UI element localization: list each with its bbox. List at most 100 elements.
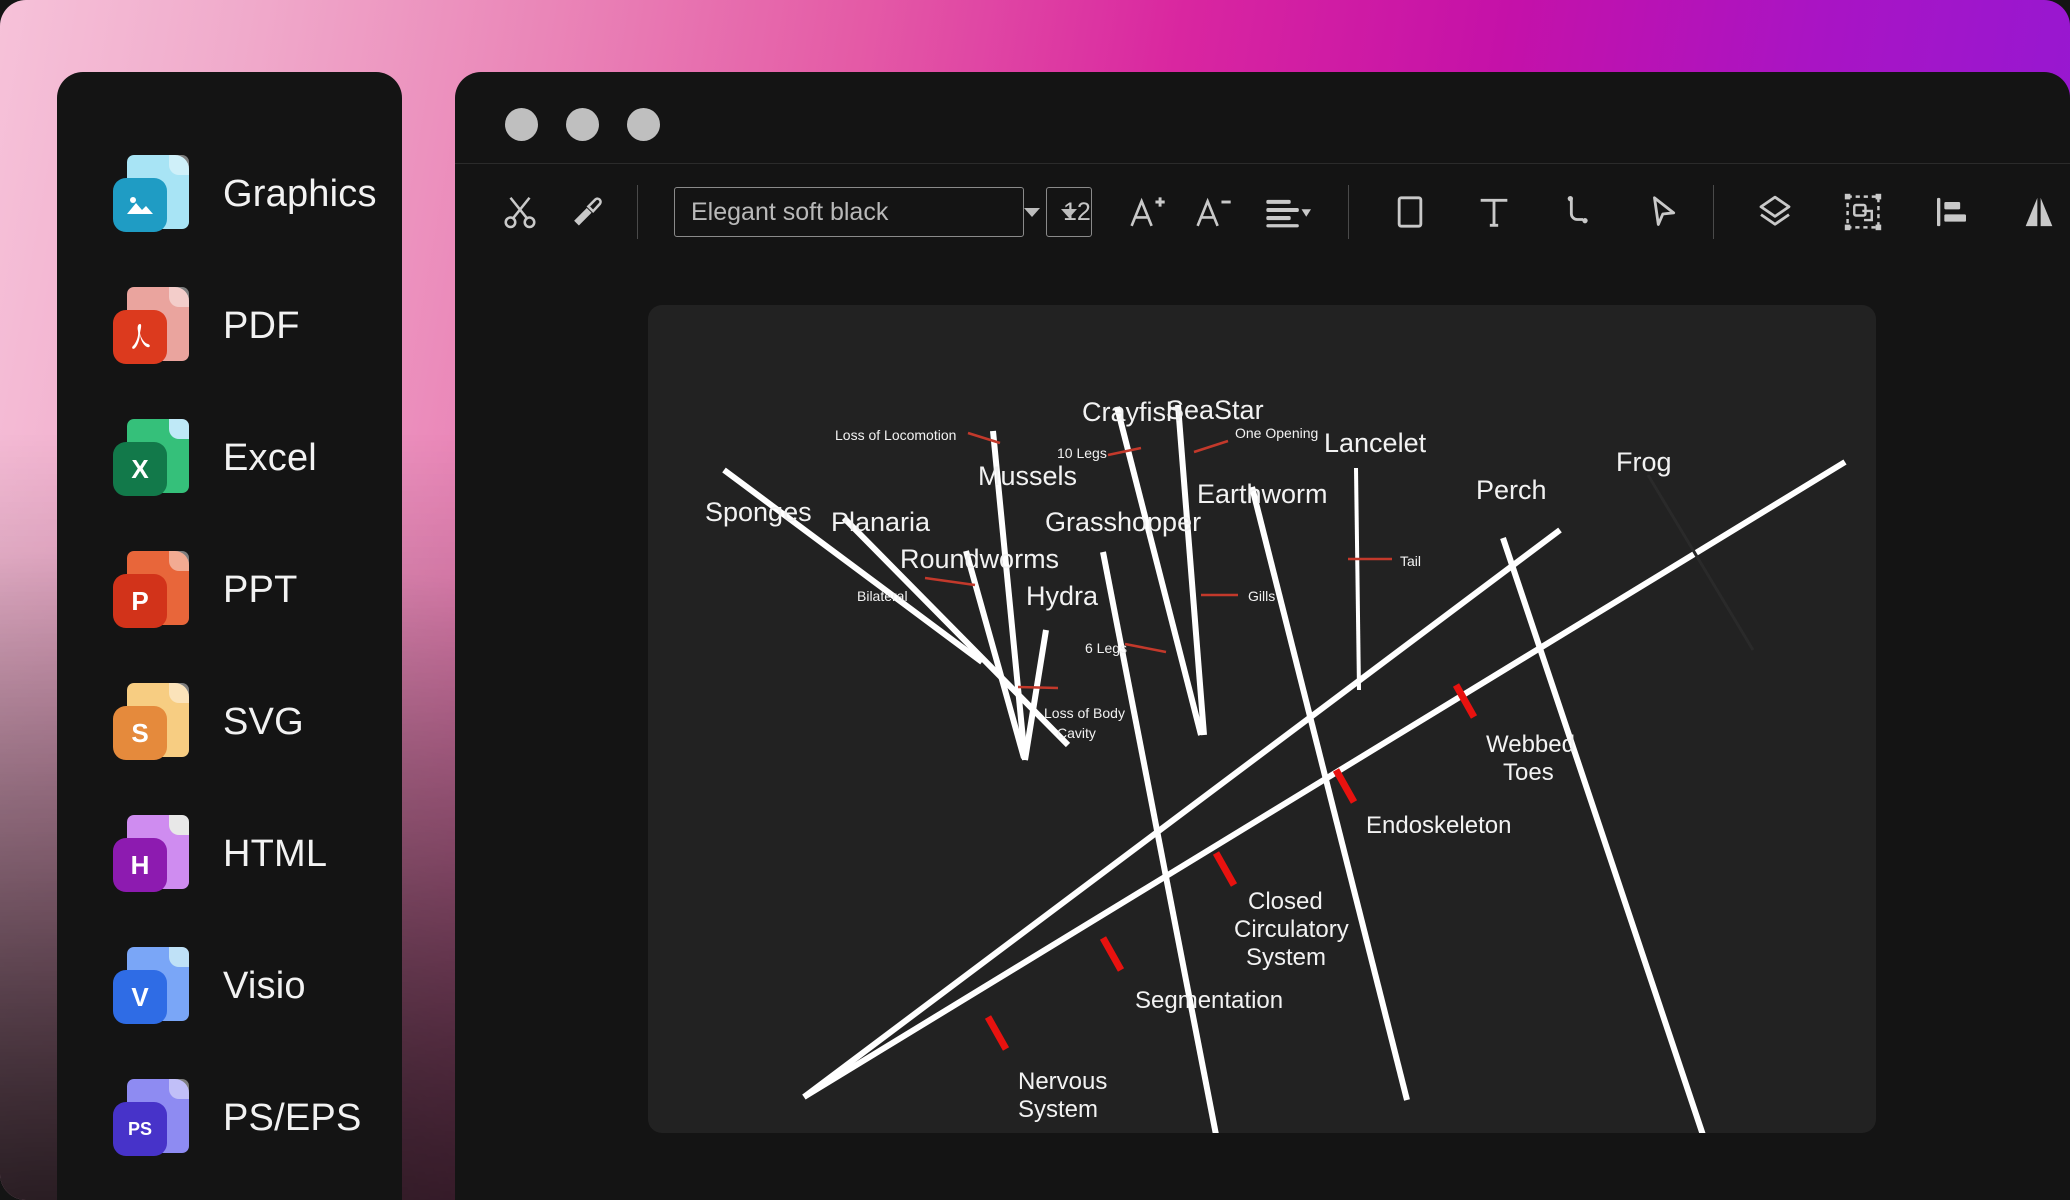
- font-dropdown-icon[interactable]: [1024, 187, 1040, 237]
- label-nervous-system-1: Nervous: [1018, 1068, 1107, 1095]
- svg-file-icon: S: [113, 683, 189, 761]
- label-closed-2: Circulatory: [1234, 916, 1349, 943]
- label-10-legs: 10 Legs: [1057, 445, 1107, 461]
- label-nervous-system-2: System: [1018, 1096, 1098, 1123]
- branch-lancelet: [1354, 467, 1361, 691]
- shape-rectangle-icon[interactable]: [1377, 179, 1443, 245]
- visio-badge-letter: V: [113, 970, 167, 1024]
- label-loss-of-locomotion: Loss of Locomotion: [835, 427, 956, 443]
- ppt-badge-letter: P: [113, 574, 167, 628]
- layers-icon[interactable]: [1742, 179, 1808, 245]
- tick-loss-of-body-cavity: [1017, 685, 1059, 690]
- sidebar-item-label: HTML: [223, 832, 328, 875]
- excel-file-icon: X: [113, 419, 189, 497]
- branch-hydra: [1022, 629, 1049, 761]
- visio-file-icon: V: [113, 947, 189, 1025]
- label-loss-of-body-cavity-2: Cavity: [1057, 725, 1096, 741]
- tick-10-legs: [1107, 446, 1142, 457]
- format-painter-icon[interactable]: [553, 179, 619, 245]
- tick-endoskeleton: [1332, 768, 1358, 804]
- label-webbed-1: Webbed: [1486, 731, 1575, 758]
- sidebar-item-label: Visio: [223, 964, 306, 1007]
- decrease-font-size-icon[interactable]: [1180, 179, 1246, 245]
- minimize-button[interactable]: [566, 108, 599, 141]
- cut-icon[interactable]: [487, 179, 553, 245]
- toolbar-divider-2: [1347, 185, 1349, 239]
- connector-line-icon[interactable]: [1545, 179, 1611, 245]
- maximize-button[interactable]: [627, 108, 660, 141]
- label-hydra: Hydra: [1026, 581, 1099, 611]
- sidebar-item-label: PPT: [223, 568, 298, 611]
- tick-one-opening: [1193, 439, 1229, 454]
- ps-badge-letter: PS: [113, 1102, 167, 1156]
- sidebar-item-svg[interactable]: S SVG: [57, 656, 402, 788]
- graphics-file-icon: [113, 155, 189, 233]
- label-lancelet: Lancelet: [1324, 428, 1427, 458]
- sidebar-item-label: PS/EPS: [223, 1096, 362, 1139]
- branch-perch: [1500, 537, 1706, 1133]
- label-loss-of-body-cavity-1: Loss of Body: [1044, 705, 1125, 721]
- sidebar-item-label: Excel: [223, 436, 317, 479]
- label-segmentation: Segmentation: [1135, 987, 1283, 1014]
- diagram-canvas[interactable]: Sponges Planaria Roundworms Mussels Hydr…: [648, 305, 1876, 1133]
- pdf-file-icon: [113, 287, 189, 365]
- label-one-opening: One Opening: [1235, 425, 1318, 441]
- format-toolbar: 12: [455, 164, 2070, 260]
- label-mussels: Mussels: [978, 461, 1077, 491]
- label-seastar: SeaStar: [1166, 395, 1264, 425]
- html-badge-letter: H: [113, 838, 167, 892]
- sidebar-item-ppt[interactable]: P PPT: [57, 524, 402, 656]
- label-earthworm: Earthworm: [1197, 479, 1328, 509]
- label-frog: Frog: [1616, 447, 1672, 477]
- align-dropdown-icon[interactable]: [1246, 179, 1330, 245]
- close-button[interactable]: [505, 108, 538, 141]
- label-endoskeleton: Endoskeleton: [1366, 812, 1511, 839]
- text-box-icon[interactable]: [1461, 179, 1527, 245]
- tick-nervous-system: [984, 1015, 1010, 1051]
- label-perch: Perch: [1476, 475, 1547, 505]
- sidebar-item-excel[interactable]: X Excel: [57, 392, 402, 524]
- tick-closed-circulatory: [1212, 851, 1238, 887]
- sidebar-item-graphics[interactable]: Graphics: [57, 128, 402, 260]
- label-closed-3: System: [1246, 944, 1326, 971]
- ps-eps-file-icon: PS: [113, 1079, 189, 1157]
- label-bilateral: Bilateral: [857, 588, 908, 604]
- app-root: Graphics PDF X Excel P PPT S SVG H HTML …: [0, 0, 2070, 1200]
- label-gills: Gills: [1248, 588, 1275, 604]
- font-name-input[interactable]: [674, 187, 1024, 237]
- svg-badge-letter: S: [113, 706, 167, 760]
- sidebar-item-label: PDF: [223, 304, 300, 347]
- tick-6-legs: [1124, 642, 1167, 654]
- excel-badge-letter: X: [113, 442, 167, 496]
- window-titlebar: [455, 72, 2070, 164]
- label-roundworms: Roundworms: [900, 544, 1059, 574]
- window-controls: [505, 108, 660, 141]
- label-6-legs: 6 Legs: [1085, 640, 1127, 656]
- cladogram-svg: Sponges Planaria Roundworms Mussels Hydr…: [705, 395, 1847, 1133]
- increase-font-size-icon[interactable]: [1114, 179, 1180, 245]
- sidebar-item-visio[interactable]: V Visio: [57, 920, 402, 1052]
- sidebar-item-html[interactable]: H HTML: [57, 788, 402, 920]
- align-left-objects-icon[interactable]: [1918, 179, 1984, 245]
- label-planaria: Planaria: [831, 507, 931, 537]
- group-objects-icon[interactable]: [1830, 179, 1896, 245]
- pointer-select-icon[interactable]: [1629, 179, 1695, 245]
- tick-bilateral: [924, 576, 976, 587]
- sidebar-item-pdf[interactable]: PDF: [57, 260, 402, 392]
- ppt-file-icon: P: [113, 551, 189, 629]
- sidebar-item-label: SVG: [223, 700, 304, 743]
- label-grasshopper: Grasshopper: [1045, 507, 1201, 537]
- label-closed-1: Closed: [1248, 888, 1323, 915]
- label-tail: Tail: [1400, 553, 1421, 569]
- label-sponges: Sponges: [705, 497, 812, 527]
- toolbar-divider: [637, 185, 638, 239]
- tick-segmentation: [1099, 936, 1125, 972]
- flip-horizontal-icon[interactable]: [2006, 179, 2070, 245]
- toolbar-divider-3: [1712, 185, 1714, 239]
- sidebar-item-ps-eps[interactable]: PS PS/EPS: [57, 1052, 402, 1184]
- label-webbed-2: Toes: [1503, 759, 1554, 786]
- format-sidebar: Graphics PDF X Excel P PPT S SVG H HTML …: [57, 72, 402, 1200]
- sidebar-item-label: Graphics: [223, 172, 377, 215]
- font-size-select[interactable]: 12: [1046, 187, 1092, 237]
- html-file-icon: H: [113, 815, 189, 893]
